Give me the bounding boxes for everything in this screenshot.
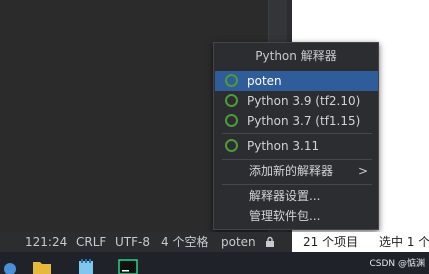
separator <box>222 133 372 134</box>
notepad-icon[interactable] <box>76 259 96 274</box>
ide-status-bar: 121:24 CRLF UTF-8 4 个空格 poten <box>0 232 292 252</box>
interpreter-ring-icon <box>225 114 238 127</box>
interpreter-item-python311[interactable]: Python 3.11 <box>215 136 378 156</box>
interpreter-label: Python 3.9 (tf2.10) <box>247 94 361 108</box>
manage-packages-label: 管理软件包... <box>249 209 321 223</box>
add-new-interpreter-item[interactable]: 添加新的解释器 > <box>215 161 378 181</box>
interpreter-label: Python 3.7 (tf1.15) <box>247 114 361 128</box>
interpreter-ring-icon <box>225 74 238 87</box>
interpreter-settings-item[interactable]: 解释器设置... <box>215 186 378 206</box>
add-new-label: 添加新的解释器 <box>249 164 334 178</box>
pycharm-icon[interactable] <box>118 259 138 274</box>
file-encoding[interactable]: UTF-8 <box>115 232 150 252</box>
taskbar: CSDN @惦渊 <box>0 252 429 274</box>
indent-setting[interactable]: 4 个空格 <box>161 232 208 252</box>
interpreter-ring-icon <box>225 94 238 107</box>
caret-position[interactable]: 121:24 <box>25 232 67 252</box>
folder-icon[interactable] <box>32 259 52 274</box>
separator <box>222 159 372 160</box>
interpreter-widget[interactable]: poten <box>221 232 256 252</box>
interpreter-ring-icon <box>225 139 238 152</box>
explorer-status-bar: 21 个项目 选中 1 个 <box>292 232 429 252</box>
separator <box>222 184 372 185</box>
interpreter-item-python39[interactable]: Python 3.9 (tf2.10) <box>215 91 378 111</box>
item-count: 21 个项目 <box>303 235 359 249</box>
interpreter-item-poten[interactable]: poten <box>215 71 378 91</box>
line-separator[interactable]: CRLF <box>76 232 106 252</box>
manage-packages-item[interactable]: 管理软件包... <box>215 206 378 226</box>
interpreter-settings-label: 解释器设置... <box>249 189 321 203</box>
selected-count: 选中 1 个 <box>379 235 429 249</box>
chevron-right-icon: > <box>357 164 368 178</box>
popup-title: Python 解释器 <box>255 49 337 63</box>
watermark: CSDN @惦渊 <box>369 259 425 269</box>
lock-icon[interactable] <box>264 236 276 248</box>
app-icon[interactable] <box>3 259 23 274</box>
python-interpreter-popup: Python 解释器 poten Python 3.9 (tf2.10) Pyt… <box>213 42 379 230</box>
interpreter-label: Python 3.11 <box>247 139 320 153</box>
interpreter-label: poten <box>247 74 282 88</box>
interpreter-item-python37[interactable]: Python 3.7 (tf1.15) <box>215 111 378 131</box>
